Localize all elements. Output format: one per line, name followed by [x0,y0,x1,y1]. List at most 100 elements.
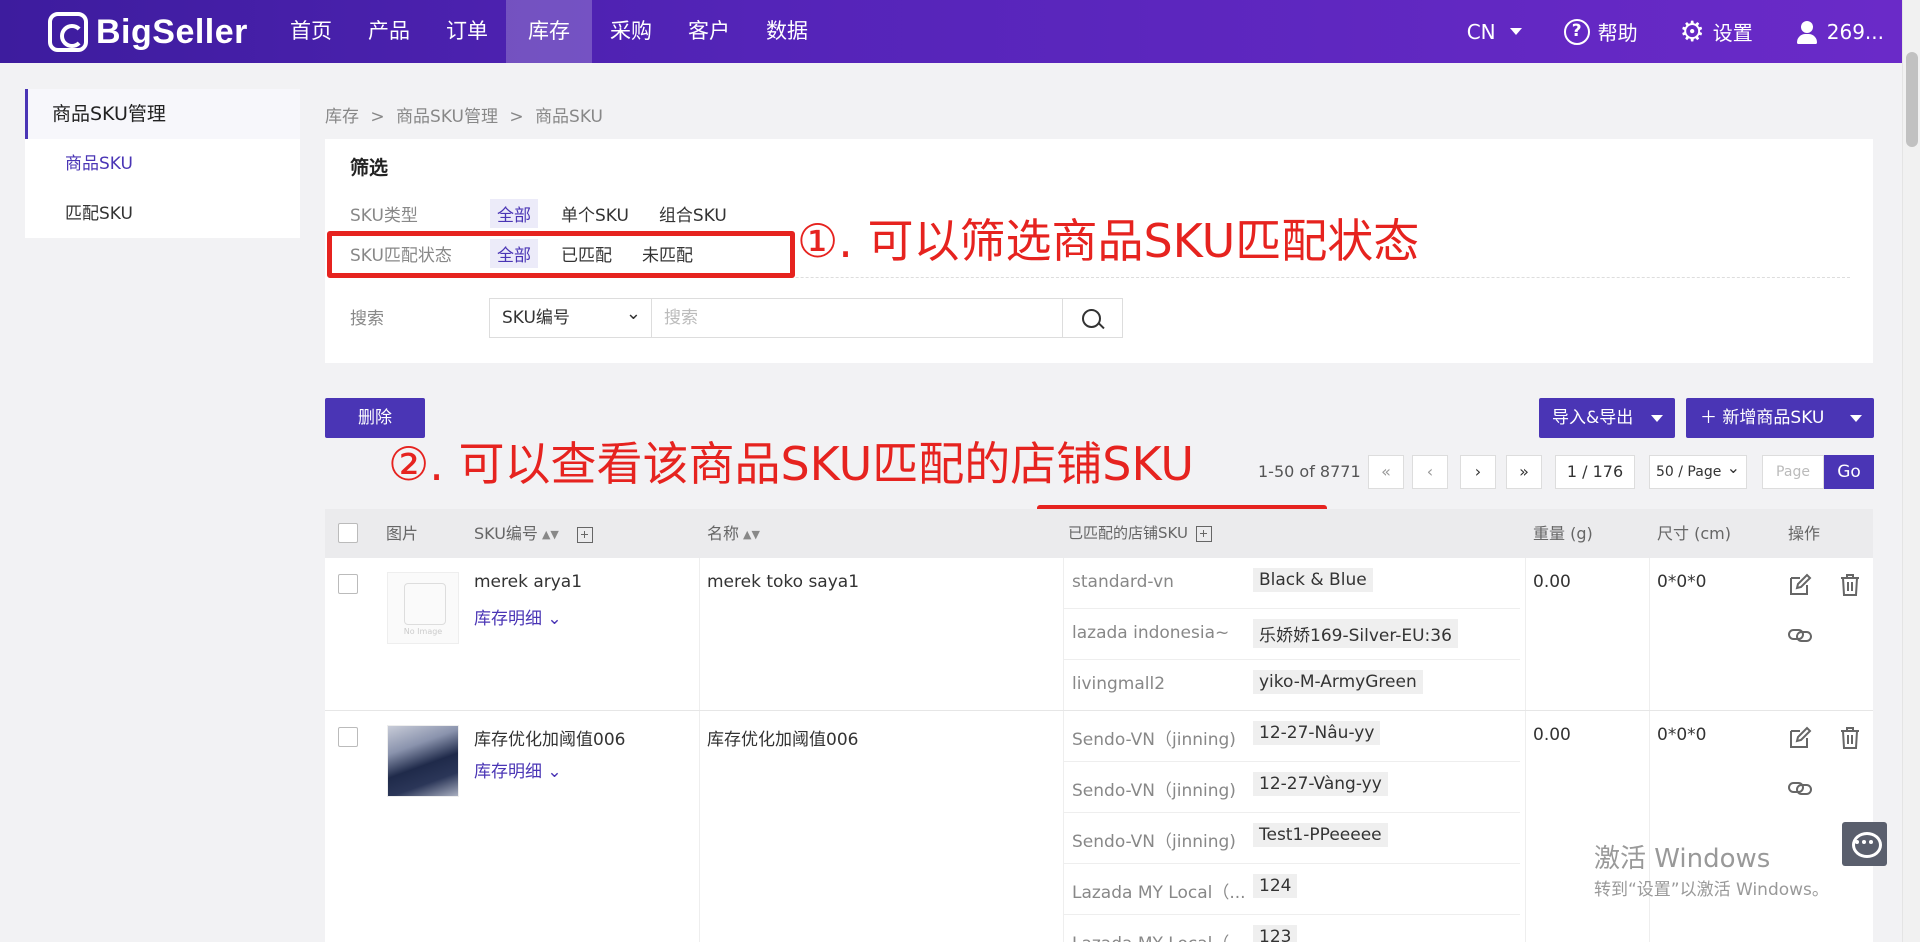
store-sku: 12-27-Nâu-yy [1253,721,1381,745]
import-export-button[interactable]: 导入&导出 [1539,398,1675,438]
search-input[interactable]: 搜索 [651,298,1063,338]
product-image [387,725,459,797]
size-value: 0*0*0 [1657,572,1707,592]
user-menu[interactable]: 269... [1795,20,1884,44]
annotation-text-2: ②. 可以查看该商品SKU匹配的店铺SKU [388,437,1195,491]
search-field-select[interactable]: SKU编号 [489,295,651,338]
matched-store-item: Sendo-VN（jinning) Test1-PPeeeee [1064,813,1520,864]
col-sku[interactable]: SKU编号 ▲▼ [474,509,593,559]
nav-home[interactable]: 首页 [272,0,350,63]
col-sku-label: SKU编号 [474,524,538,543]
search-button[interactable] [1063,298,1123,338]
page-indicator: 1 / 176 [1555,455,1635,489]
store-name: Lazada MY Local（... [1072,883,1246,903]
nav-customers[interactable]: 客户 [670,0,748,63]
nav-data[interactable]: 数据 [748,0,826,63]
page-jump-input[interactable]: Page [1762,455,1824,489]
user-icon [1795,20,1819,44]
chevron-down-icon [1850,415,1862,422]
stock-detail-link[interactable]: 库存明细 ⌄ [474,604,562,629]
prev-page-button[interactable]: ‹ [1412,455,1448,489]
add-product-sku-button[interactable]: ＋ 新增商品SKU [1686,398,1874,438]
sku-code: 库存优化加阈值006 [474,730,626,750]
select-all-checkbox[interactable] [338,523,358,543]
trash-icon[interactable] [1837,725,1863,751]
sidebar-item-product-sku[interactable]: 商品SKU [25,139,300,189]
matched-store-item: standard-vn Black & Blue [1064,558,1520,609]
annotation-box-match-filter [327,231,795,278]
col-name[interactable]: 名称 ▲▼ [707,509,760,559]
link-icon[interactable] [1787,775,1813,801]
matched-store-item: Sendo-VN（jinning) 12-27-Nâu-yy [1064,711,1520,762]
expand-column-icon[interactable] [1195,525,1212,542]
logo-text: BigSeller [96,12,248,51]
store-name: Sendo-VN（jinning) [1072,781,1236,801]
help-icon: ? [1563,18,1590,45]
nav-products[interactable]: 产品 [350,0,428,63]
store-name: standard-vn [1072,572,1174,592]
nav-purchase[interactable]: 采购 [592,0,670,63]
next-page-button[interactable]: › [1460,455,1496,489]
product-image-placeholder [387,572,459,644]
sort-icon[interactable]: ▲▼ [743,510,760,559]
last-page-button[interactable]: » [1506,455,1542,489]
filter-sku-type: SKU类型 全部 单个SKU 组合SKU [350,199,750,228]
main-nav: 首页 产品 订单 库存 采购 客户 数据 [272,0,826,63]
row-checkbox[interactable] [338,574,358,594]
column-divider [1525,558,1526,710]
table-header: 图片 SKU编号 ▲▼ 名称 ▲▼ 已匹配的店铺SKU 重量 (g) 尺寸 (cm)… [325,509,1873,558]
store-name: livingmall2 [1072,674,1166,694]
gear-icon: ⚙ [1679,14,1705,48]
settings-menu[interactable]: ⚙ 设置 [1680,17,1753,46]
top-navbar: BigSeller 首页 产品 订单 库存 采购 客户 数据 CN ? 帮助 ⚙… [0,0,1902,63]
edit-icon[interactable] [1787,572,1813,598]
col-image: 图片 [386,524,419,543]
result-count: 1-50 of 8771 [1258,462,1361,481]
chip-type-all[interactable]: 全部 [490,199,538,228]
row-checkbox[interactable] [338,727,358,747]
trash-icon[interactable] [1837,572,1863,598]
nav-inventory[interactable]: 库存 [506,0,592,63]
column-divider [1649,711,1650,942]
annotation-text-1: ①. 可以筛选商品SKU匹配状态 [797,214,1420,268]
first-page-button[interactable]: « [1368,455,1404,489]
nav-orders[interactable]: 订单 [428,0,506,63]
expand-column-icon[interactable] [576,526,593,543]
col-matched-store-sku: 已匹配的店铺SKU [1068,509,1212,558]
language-selector[interactable]: CN [1467,20,1522,44]
chat-support-icon[interactable] [1842,822,1887,866]
weight-value: 0.00 [1533,572,1571,592]
store-name: Sendo-VN（jinning) [1072,832,1236,852]
matched-store-item: Lazada MY Local（... 124 [1064,864,1520,915]
bigseller-logo[interactable]: BigSeller [48,10,248,54]
go-button[interactable]: Go [1824,455,1874,489]
store-sku: 乐娇娇169-Silver-EU:36 [1253,619,1458,648]
sidebar: 商品SKU管理 商品SKU 匹配SKU [25,89,300,238]
per-page-select[interactable]: 50 / Page [1649,452,1747,489]
help-menu[interactable]: ? 帮助 [1563,17,1638,46]
page-scrollbar[interactable] [1902,0,1920,942]
breadcrumb: 库存 > 商品SKU管理 > 商品SKU [325,102,609,127]
chip-type-single[interactable]: 单个SKU [554,199,636,228]
watermark-line-2: 转到“设置”以激活 Windows。 [1594,880,1829,900]
sort-icon[interactable]: ▲▼ [542,510,559,559]
sidebar-item-match-sku[interactable]: 匹配SKU [25,189,300,239]
chevron-down-icon [1509,28,1522,35]
edit-icon[interactable] [1787,725,1813,751]
table-row: merek arya1 库存明细 ⌄ merek toko saya1 stan… [325,558,1873,711]
column-divider [699,558,700,710]
link-icon[interactable] [1787,622,1813,648]
matched-store-item: Lazada MY Local（... 123 [1064,915,1520,942]
stock-detail-link[interactable]: 库存明细 ⌄ [474,757,562,782]
chip-type-combo[interactable]: 组合SKU [652,199,734,228]
scrollbar-thumb[interactable] [1906,52,1918,147]
delete-button[interactable]: 删除 [325,398,425,438]
import-export-label: 导入&导出 [1552,408,1634,428]
breadcrumb-sku-management[interactable]: 商品SKU管理 [396,107,498,127]
breadcrumb-inventory[interactable]: 库存 [325,107,359,127]
col-name-label: 名称 [707,524,740,543]
size-value: 0*0*0 [1657,725,1707,745]
col-weight: 重量 (g) [1533,524,1593,543]
sidebar-title[interactable]: 商品SKU管理 [25,89,300,139]
filter-title: 筛选 [350,157,389,179]
